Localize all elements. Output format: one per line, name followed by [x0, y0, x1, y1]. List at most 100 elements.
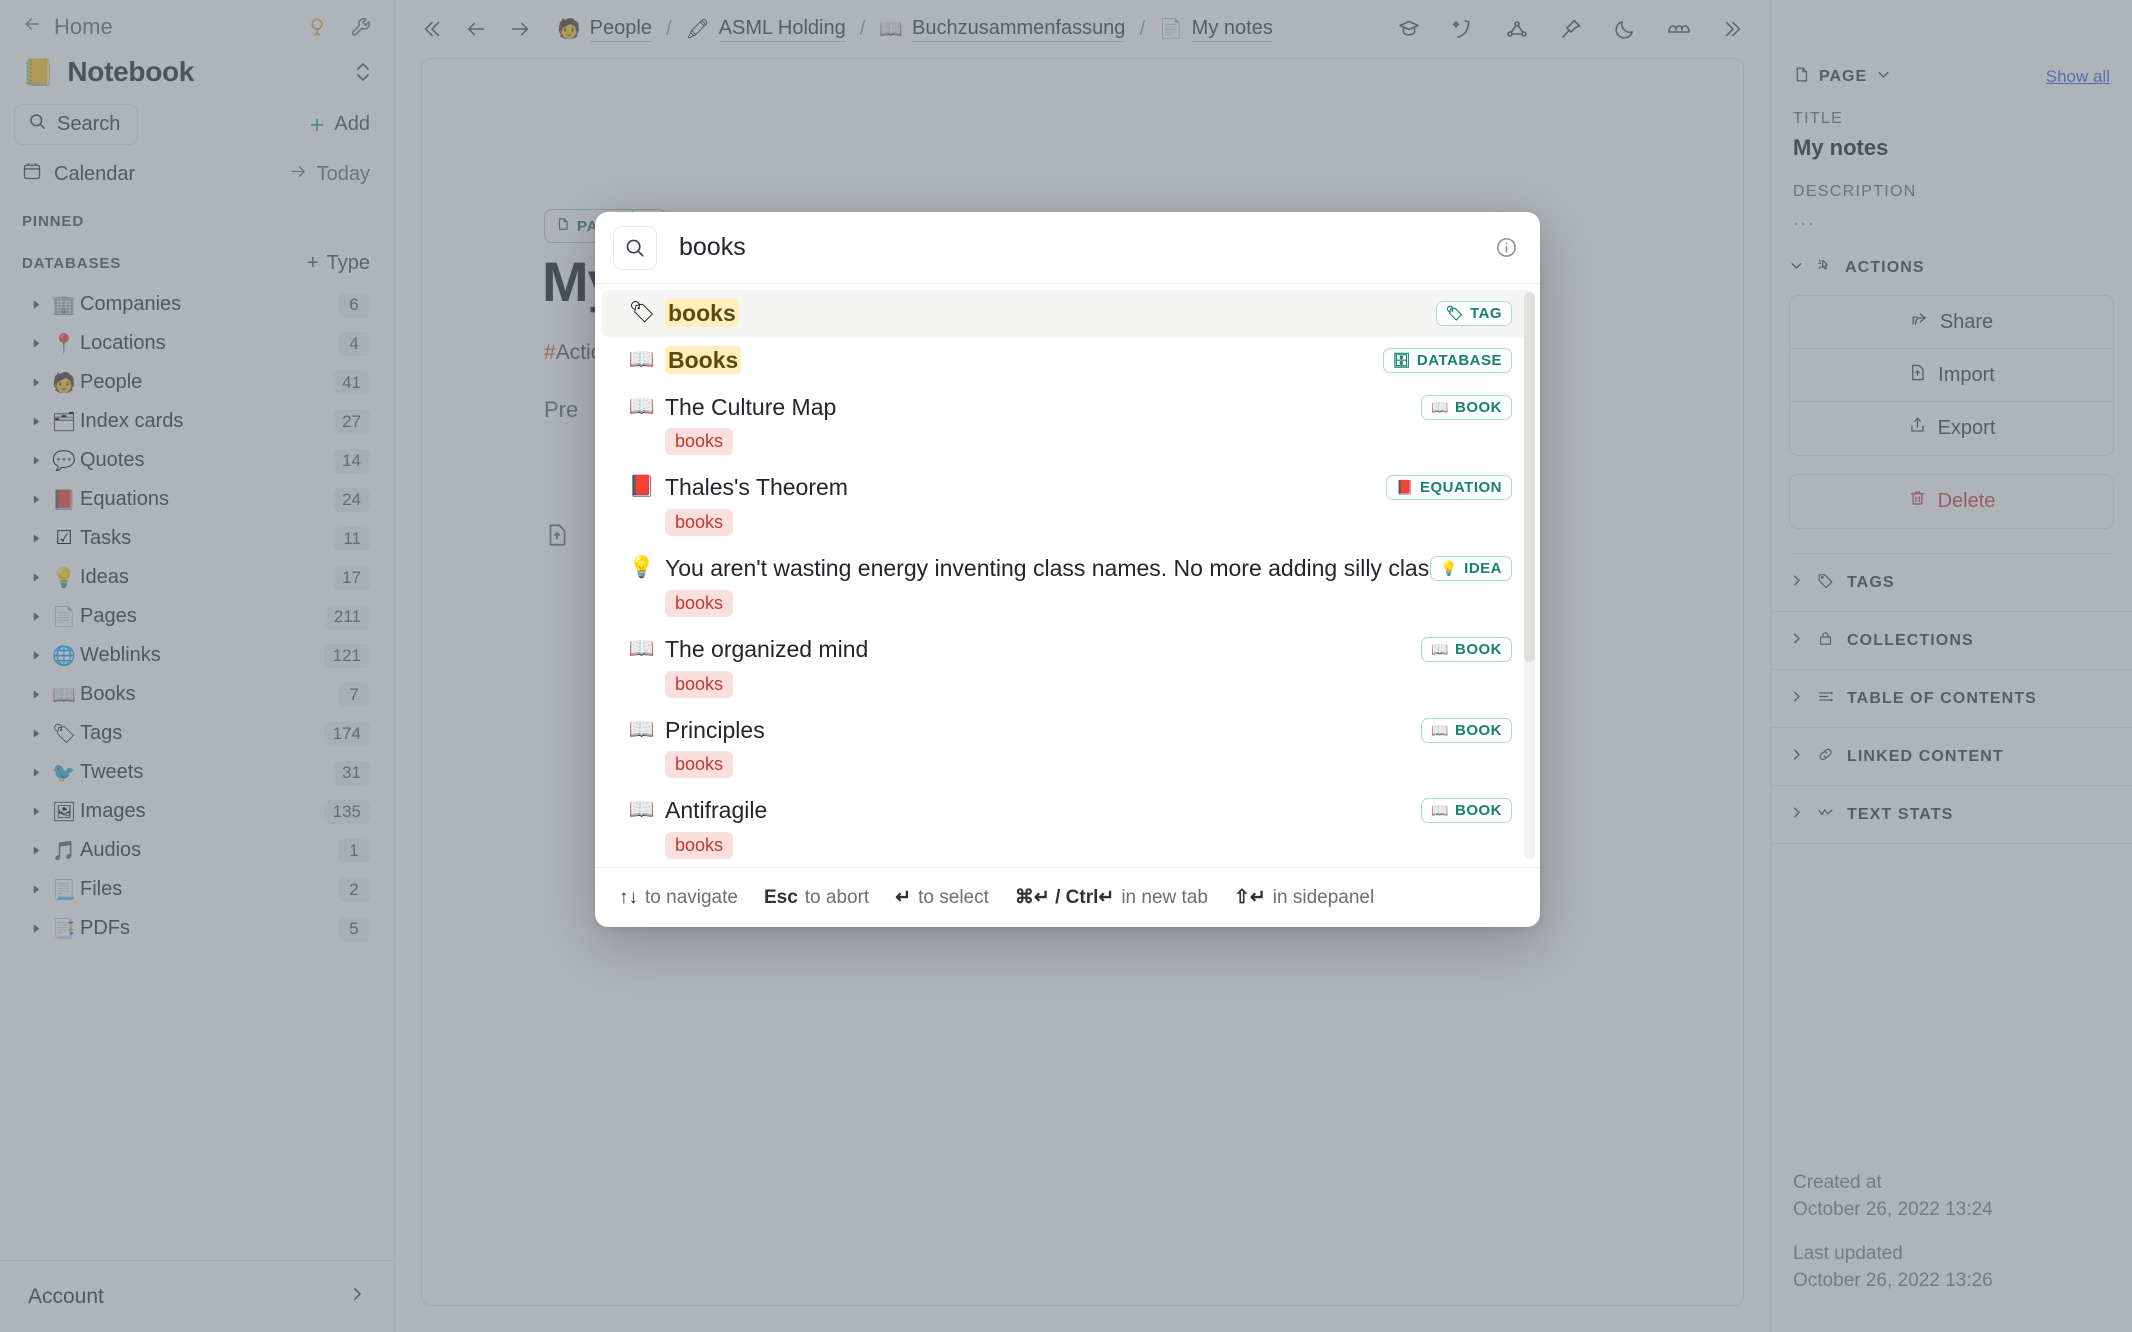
- result-tag-chip[interactable]: books: [665, 832, 733, 859]
- expand-caret-icon[interactable]: [24, 923, 48, 934]
- file-upload-icon[interactable]: [544, 522, 570, 553]
- wrench-icon[interactable]: [350, 16, 372, 38]
- description-field-value[interactable]: ...: [1771, 201, 2132, 231]
- expand-caret-icon[interactable]: [24, 728, 48, 739]
- section-collections[interactable]: COLLECTIONS: [1771, 612, 2132, 670]
- expand-right-icon[interactable]: [1722, 18, 1744, 40]
- home-nav-button[interactable]: Home: [22, 14, 113, 40]
- section-text-stats[interactable]: TEXT STATS: [1771, 786, 2132, 844]
- sidebar-database-item[interactable]: 🗂Index cards27: [12, 402, 382, 441]
- breadcrumb-label: People: [590, 17, 652, 42]
- lightbulb-icon[interactable]: [306, 16, 328, 38]
- breadcrumb-item[interactable]: 📖Buchzusammenfassung: [879, 17, 1125, 42]
- expand-caret-icon[interactable]: [24, 884, 48, 895]
- database-emoji-icon: ☑: [48, 527, 80, 550]
- sidebar-database-item[interactable]: 🏢Companies6: [12, 285, 382, 324]
- search-result-item[interactable]: 🏷books🏷TAG: [601, 290, 1534, 337]
- database-emoji-icon: 🗂: [48, 410, 80, 434]
- search-result-item[interactable]: 📖The organized mindbooks📖BOOK: [601, 626, 1534, 707]
- calendar-button[interactable]: Calendar: [22, 161, 135, 187]
- title-field-value[interactable]: My notes: [1771, 128, 2132, 161]
- search-button[interactable]: Search: [14, 104, 138, 145]
- section-tags[interactable]: TAGS: [1771, 554, 2132, 612]
- search-results-list[interactable]: 🏷books🏷TAG📖Books🗄DATABASE📖The Culture Ma…: [595, 284, 1540, 867]
- chevron-updown-icon[interactable]: [354, 61, 372, 83]
- sidebar-database-item[interactable]: 🏷Tags174: [12, 714, 382, 753]
- dark-mode-moon-icon[interactable]: [1613, 18, 1636, 41]
- search-modal: 🏷books🏷TAG📖Books🗄DATABASE📖The Culture Ma…: [595, 212, 1540, 927]
- expand-caret-icon[interactable]: [24, 338, 48, 349]
- sidebar-database-item[interactable]: 📃Files2: [12, 870, 382, 909]
- sidebar-database-item[interactable]: 📖Books7: [12, 675, 382, 714]
- breadcrumb-item[interactable]: 🧑People: [557, 17, 652, 42]
- breadcrumb-item[interactable]: 📄My notes: [1159, 17, 1273, 42]
- add-button[interactable]: + Add: [310, 113, 370, 136]
- sidebar-database-item[interactable]: 💡Ideas17: [12, 558, 382, 597]
- sidebar-database-item[interactable]: 💬Quotes14: [12, 441, 382, 480]
- breadcrumb-item[interactable]: 🖍ASML Holding: [686, 17, 846, 42]
- result-tag-chip[interactable]: books: [665, 428, 733, 455]
- graph-nodes-icon[interactable]: [1505, 17, 1529, 41]
- result-tag-chip[interactable]: books: [665, 671, 733, 698]
- search-result-item[interactable]: 💡You aren't wasting energy inventing cla…: [601, 545, 1534, 626]
- expand-caret-icon[interactable]: [24, 533, 48, 544]
- result-tag-chip[interactable]: books: [665, 751, 733, 778]
- expand-caret-icon[interactable]: [24, 611, 48, 622]
- sidebar-database-item[interactable]: ☑Tasks11: [12, 519, 382, 558]
- import-button[interactable]: Import: [1790, 349, 2113, 402]
- expand-caret-icon[interactable]: [24, 377, 48, 388]
- search-result-item[interactable]: 📕Thales's Theorembooks📕EQUATION: [601, 464, 1534, 545]
- expand-caret-icon[interactable]: [24, 767, 48, 778]
- expand-caret-icon[interactable]: [24, 572, 48, 583]
- expand-caret-icon[interactable]: [24, 845, 48, 856]
- section-table-of-contents[interactable]: TABLE OF CONTENTS: [1771, 670, 2132, 728]
- chevron-down-icon[interactable]: [1876, 67, 1891, 87]
- add-type-button[interactable]: + Type: [307, 252, 370, 275]
- result-tag-chip[interactable]: books: [665, 509, 733, 536]
- sidebar-database-item[interactable]: 📍Locations4: [12, 324, 382, 363]
- expand-caret-icon[interactable]: [24, 416, 48, 427]
- database-name: Tags: [80, 722, 324, 745]
- show-all-link[interactable]: Show all: [2046, 67, 2110, 87]
- pin-icon[interactable]: [1559, 17, 1583, 41]
- search-input[interactable]: [657, 233, 1495, 262]
- sidebar-database-item[interactable]: 🧑People41: [12, 363, 382, 402]
- sidebar-database-item[interactable]: 🎵Audios1: [12, 831, 382, 870]
- results-scrollbar-thumb[interactable]: [1524, 292, 1535, 662]
- expand-caret-icon[interactable]: [24, 806, 48, 817]
- back-arrow-icon[interactable]: [465, 18, 487, 40]
- search-result-item[interactable]: 📖Antifragilebooks📖BOOK: [601, 787, 1534, 867]
- expand-caret-icon[interactable]: [24, 299, 48, 310]
- search-result-item[interactable]: 📖The Culture Mapbooks📖BOOK: [601, 384, 1534, 465]
- sidebar-database-item[interactable]: 🐦Tweets31: [12, 753, 382, 792]
- account-button[interactable]: Account: [0, 1260, 394, 1332]
- info-icon[interactable]: [1495, 236, 1518, 259]
- search-result-item[interactable]: 📖Principlesbooks📖BOOK: [601, 707, 1534, 788]
- forward-arrow-icon[interactable]: [509, 18, 531, 40]
- expand-caret-icon[interactable]: [24, 650, 48, 661]
- workspace-title-row[interactable]: 📒 Notebook: [0, 46, 394, 94]
- graduation-cap-icon[interactable]: [1397, 17, 1421, 41]
- reading-mode-icon[interactable]: [1666, 18, 1692, 40]
- share-button[interactable]: Share: [1790, 296, 2113, 349]
- expand-caret-icon[interactable]: [24, 494, 48, 505]
- result-content: The organized mindbooks: [665, 635, 1421, 698]
- magic-wand-icon[interactable]: [1451, 17, 1475, 41]
- sidebar-database-item[interactable]: 🌐Weblinks121: [12, 636, 382, 675]
- today-button[interactable]: Today: [289, 162, 370, 187]
- actions-section-header[interactable]: ACTIONS: [1771, 231, 2132, 289]
- delete-button[interactable]: Delete: [1790, 475, 2113, 528]
- sidebar-database-item[interactable]: 🖼Images135: [12, 792, 382, 831]
- right-panel-type[interactable]: PAGE: [1793, 66, 1891, 88]
- result-tag-chip[interactable]: books: [665, 590, 733, 617]
- text-stats-label: TEXT STATS: [1847, 806, 1953, 824]
- section-linked-content[interactable]: LINKED CONTENT: [1771, 728, 2132, 786]
- expand-caret-icon[interactable]: [24, 455, 48, 466]
- sidebar-database-item[interactable]: 📕Equations24: [12, 480, 382, 519]
- search-result-item[interactable]: 📖Books🗄DATABASE: [601, 337, 1534, 384]
- sidebar-database-item[interactable]: 📑PDFs5: [12, 909, 382, 948]
- export-button[interactable]: Export: [1790, 402, 2113, 455]
- expand-caret-icon[interactable]: [24, 689, 48, 700]
- sidebar-database-item[interactable]: 📄Pages211: [12, 597, 382, 636]
- collapse-sidebar-icon[interactable]: [421, 18, 443, 40]
